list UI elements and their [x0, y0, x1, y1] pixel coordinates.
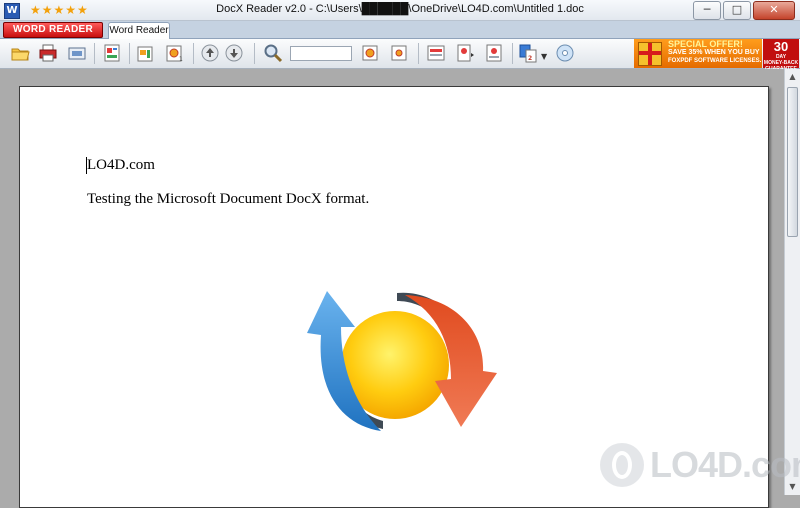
tab-bar: WORD READER Word Reader	[0, 21, 800, 39]
convert-icon[interactable]: 2	[518, 43, 538, 63]
close-button[interactable]: ✕	[753, 1, 795, 20]
money-back-badge[interactable]: 30 DAY MONEY-BACK GUARANTEE	[763, 39, 799, 72]
previous-page-icon[interactable]	[200, 43, 220, 63]
promo-line2: FOXPDF SOFTWARE LICENSES.	[668, 58, 762, 64]
word-reader-menu-button[interactable]: WORD READER	[3, 22, 103, 38]
title-bar: W ★★★★★ DocX Reader v2.0 - C:\Users\████…	[0, 0, 800, 21]
toolbar-separator	[94, 43, 95, 64]
next-page-icon[interactable]	[224, 43, 244, 63]
lo4d-watermark: LO4D.com	[600, 440, 800, 490]
chevron-down-icon[interactable]: ▼	[541, 52, 547, 61]
promo-line1: SAVE 35% WHEN YOU BUY	[668, 49, 760, 56]
gift-icon	[638, 42, 662, 66]
toolbar-separator	[512, 43, 513, 64]
layout-icon[interactable]	[102, 43, 122, 63]
document-line-1[interactable]: LO4D.com	[87, 157, 155, 174]
page-width-icon[interactable]	[426, 43, 446, 63]
badge-number: 30	[773, 39, 789, 54]
lo4d-logo-icon	[600, 443, 644, 487]
promo-title: SPECIAL OFFER!	[668, 39, 743, 49]
maximize-button[interactable]: □	[723, 1, 751, 20]
window-title: DocX Reader v2.0 - C:\Users\██████\OneDr…	[216, 3, 584, 15]
document-line-2[interactable]: Testing the Microsoft Document DocX form…	[87, 191, 369, 208]
page-number-icon[interactable]: 1	[165, 43, 185, 63]
page-setup-icon[interactable]	[136, 43, 156, 63]
zoom-out-icon[interactable]	[389, 43, 409, 63]
scroll-up-arrow[interactable]: ▲	[785, 69, 800, 85]
scroll-thumb[interactable]	[787, 87, 798, 237]
search-input[interactable]	[290, 46, 352, 61]
open-icon[interactable]	[10, 43, 30, 63]
toolbar-separator	[418, 43, 419, 64]
svg-text:1: 1	[179, 56, 183, 63]
svg-text:2: 2	[528, 55, 532, 62]
toolbar-separator	[193, 43, 194, 64]
zoom-in-icon[interactable]	[360, 43, 380, 63]
fit-page-icon[interactable]	[484, 43, 504, 63]
document-area[interactable]: LO4D.com Testing the Microsoft Document …	[0, 69, 784, 508]
insert-icon[interactable]	[455, 43, 475, 63]
tab-word-reader[interactable]: Word Reader	[108, 22, 170, 39]
print-icon[interactable]	[38, 43, 58, 63]
watermark-text: LO4D.com	[650, 444, 800, 485]
sync-arrows-graphic[interactable]	[285, 291, 500, 437]
find-icon[interactable]	[263, 43, 283, 63]
toolbar-separator	[254, 43, 255, 64]
vertical-scrollbar[interactable]: ▲ ▼	[784, 69, 800, 495]
minimize-button[interactable]: ─	[693, 1, 721, 20]
special-offer-banner[interactable]: SPECIAL OFFER! SAVE 35% WHEN YOU BUY FOX…	[634, 39, 762, 68]
scan-icon[interactable]	[67, 43, 87, 63]
window-controls: ─ □ ✕	[691, 1, 795, 20]
toolbar-separator	[129, 43, 130, 64]
help-disc-icon[interactable]	[555, 43, 575, 63]
